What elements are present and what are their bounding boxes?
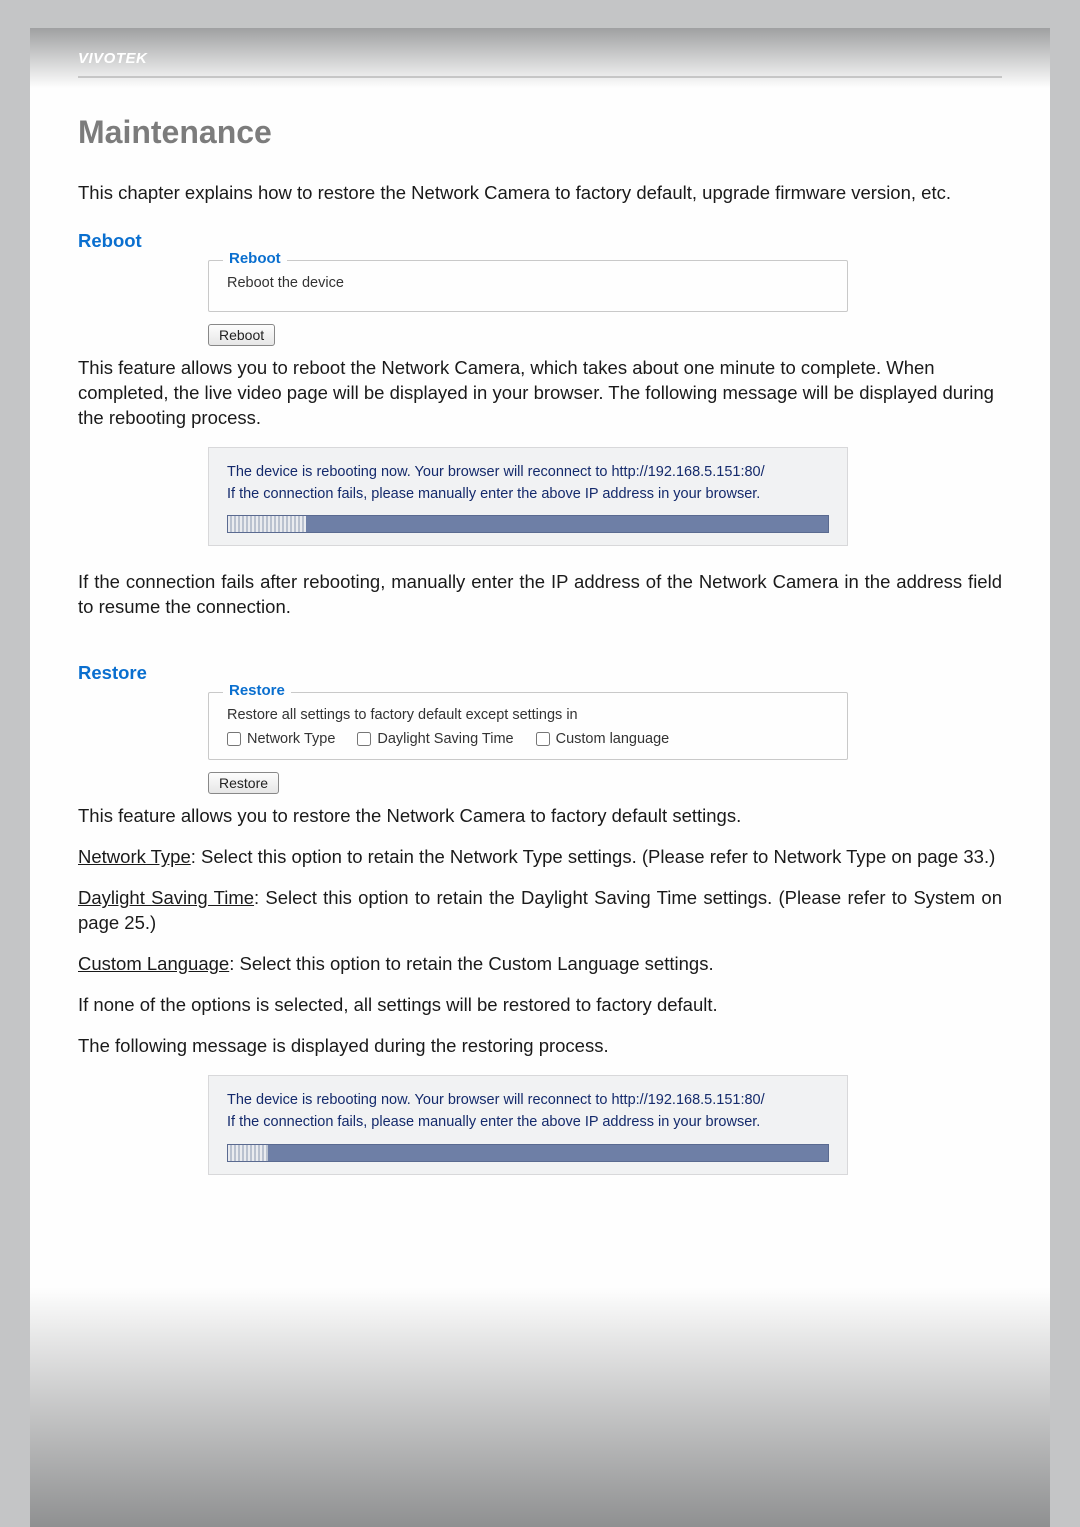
reboot-after-text: If the connection fails after rebooting,… [78, 570, 1002, 620]
checkbox-network-type[interactable]: Network Type [227, 731, 335, 747]
restore-none-text: If none of the options is selected, all … [78, 993, 1002, 1018]
checkbox-daylight-saving-input[interactable] [357, 732, 371, 746]
page-footer: 84 - User's Manual [30, 1489, 1050, 1507]
checkbox-custom-language[interactable]: Custom language [536, 731, 670, 747]
reboot-progress-fill [228, 516, 306, 532]
reboot-message-box: The device is rebooting now. Your browse… [208, 447, 848, 547]
restore-opt-lang: Custom Language: Select this option to r… [78, 952, 1002, 977]
restore-opt-dst: Daylight Saving Time: Select this option… [78, 886, 1002, 936]
restore-progress-bar [227, 1144, 829, 1162]
header-divider [78, 76, 1002, 78]
restore-message-box: The device is rebooting now. Your browse… [208, 1075, 848, 1175]
checkbox-network-type-label: Network Type [247, 731, 335, 747]
reboot-legend: Reboot [223, 250, 287, 267]
checkbox-daylight-saving-label: Daylight Saving Time [377, 731, 513, 747]
checkbox-custom-language-label: Custom language [556, 731, 670, 747]
restore-legend: Restore [223, 682, 291, 699]
reboot-heading: Reboot [78, 230, 1002, 252]
reboot-fieldset: Reboot Reboot the device [208, 260, 848, 312]
restore-opt-network: Network Type: Select this option to reta… [78, 845, 1002, 870]
intro-text: This chapter explains how to restore the… [78, 181, 1002, 206]
restore-fieldset-text: Restore all settings to factory default … [227, 707, 829, 723]
checkbox-daylight-saving[interactable]: Daylight Saving Time [357, 731, 513, 747]
restore-opt-network-u: Network Type [78, 846, 191, 867]
restore-opt-network-rest: : Select this option to retain the Netwo… [191, 846, 996, 867]
restore-msg-line1: The device is rebooting now. Your browse… [227, 1090, 829, 1112]
restore-opt-lang-rest: : Select this option to retain the Custo… [229, 953, 713, 974]
restore-heading: Restore [78, 662, 1002, 684]
checkbox-network-type-input[interactable] [227, 732, 241, 746]
restore-opt-dst-u: Daylight Saving Time [78, 887, 254, 908]
checkbox-custom-language-input[interactable] [536, 732, 550, 746]
restore-fieldset: Restore Restore all settings to factory … [208, 692, 848, 760]
reboot-progress-bar [227, 515, 829, 533]
reboot-button[interactable]: Reboot [208, 324, 275, 346]
brand-label: VIVOTEK [78, 50, 147, 67]
restore-progress-fill [228, 1145, 268, 1161]
footer-text: 84 - User's Manual [78, 1489, 195, 1505]
restore-following-text: The following message is displayed durin… [78, 1034, 1002, 1059]
page-title: Maintenance [78, 114, 1002, 151]
reboot-description: This feature allows you to reboot the Ne… [78, 356, 1002, 431]
restore-description: This feature allows you to restore the N… [78, 804, 1002, 829]
restore-opt-lang-u: Custom Language [78, 953, 229, 974]
reboot-msg-line1: The device is rebooting now. Your browse… [227, 462, 829, 484]
restore-msg-line2: If the connection fails, please manually… [227, 1112, 829, 1134]
restore-button[interactable]: Restore [208, 772, 279, 794]
reboot-msg-line2: If the connection fails, please manually… [227, 484, 829, 506]
restore-checkbox-row: Network Type Daylight Saving Time Custom… [227, 731, 829, 747]
reboot-fieldset-text: Reboot the device [227, 275, 829, 291]
